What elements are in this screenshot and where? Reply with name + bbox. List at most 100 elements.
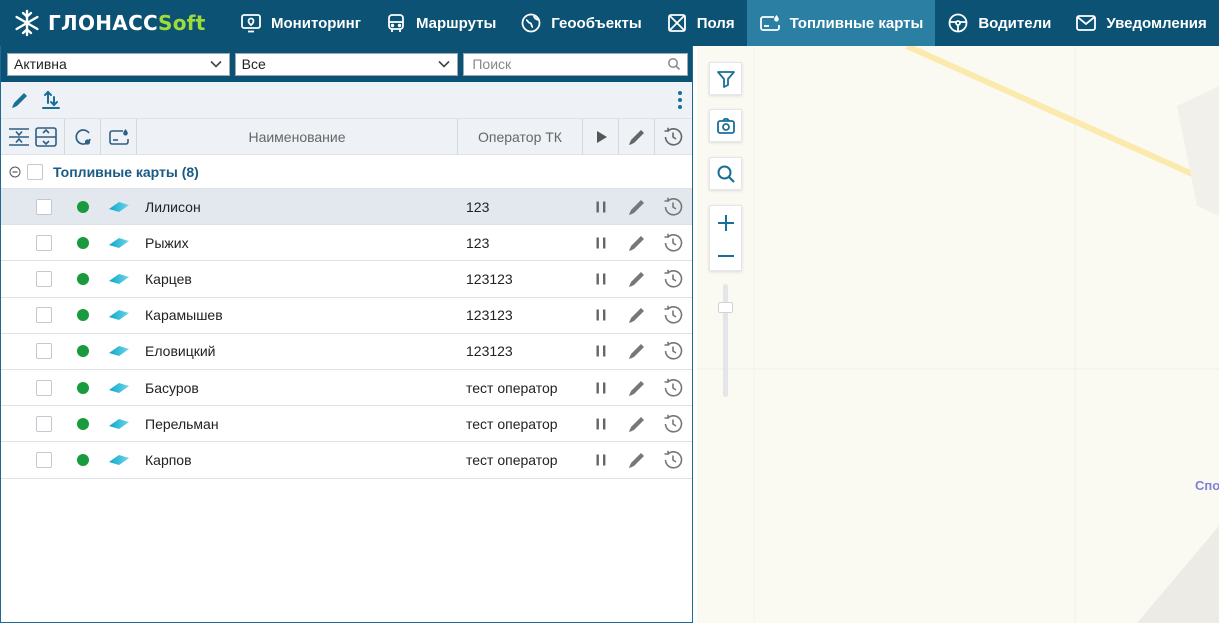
table-row[interactable]: Лилисон 123 (1, 189, 692, 226)
pencil-icon (629, 199, 644, 215)
row-history-button[interactable] (655, 442, 690, 477)
map-filter-button[interactable] (709, 62, 742, 95)
zoom-in-button[interactable] (710, 206, 741, 239)
scope-filter-select[interactable]: Все (234, 52, 459, 76)
tab-geoobjects[interactable]: Геообъекты (508, 0, 653, 46)
plus-icon (717, 214, 734, 231)
tab-routes[interactable]: Маршруты (373, 0, 508, 46)
row-history-button[interactable] (655, 406, 690, 441)
row-pause-button[interactable] (583, 261, 619, 296)
table-row[interactable]: Еловицкий 123123 (1, 334, 692, 370)
row-pause-button[interactable] (583, 406, 619, 441)
row-edit-button[interactable] (619, 298, 655, 333)
row-history-button[interactable] (655, 298, 690, 333)
group-checkbox[interactable] (27, 163, 43, 180)
history-icon (664, 305, 682, 324)
row-pause-button[interactable] (583, 334, 619, 369)
row-checkbox[interactable] (36, 343, 52, 360)
collapse-group-icon[interactable] (9, 166, 21, 178)
row-pause-button[interactable] (583, 370, 619, 405)
row-edit-button[interactable] (619, 225, 655, 260)
pencil-icon (629, 416, 644, 432)
sort-arrows-icon (42, 90, 60, 109)
row-checkbox[interactable] (36, 270, 52, 287)
row-pause-button[interactable] (583, 442, 619, 477)
status-filter-select[interactable]: Активна (7, 52, 230, 76)
pencil-icon (629, 380, 644, 396)
fuel-card-type-icon (109, 310, 129, 321)
header-operator[interactable]: Оператор ТК (458, 119, 583, 154)
header-play[interactable] (583, 119, 619, 154)
kebab-menu-icon (678, 91, 682, 109)
header-status[interactable] (65, 119, 101, 154)
row-status-cell (65, 298, 101, 333)
row-checkbox[interactable] (36, 379, 52, 396)
map-screenshot-button[interactable] (709, 109, 742, 142)
pause-icon (596, 201, 606, 213)
search-placeholder: Поиск (472, 56, 512, 72)
pencil-icon (629, 308, 644, 324)
row-card-type-cell (101, 370, 137, 405)
table-row[interactable]: Перельман тест оператор (1, 406, 692, 443)
header-edit[interactable] (619, 119, 655, 154)
row-checkbox[interactable] (36, 234, 52, 251)
expand-all-icon[interactable] (34, 125, 58, 149)
tab-drivers-label: Водители (978, 14, 1052, 32)
history-icon (664, 378, 682, 397)
row-status-cell (65, 261, 101, 296)
tab-monitoring[interactable]: Мониторинг (228, 0, 373, 46)
row-history-button[interactable] (655, 370, 690, 405)
row-edit-button[interactable] (619, 334, 655, 369)
row-checkbox[interactable] (36, 415, 52, 432)
zoom-slider-track[interactable] (723, 284, 728, 397)
header-history[interactable] (655, 119, 690, 154)
sort-button[interactable] (39, 88, 63, 112)
map-view[interactable]: Спо (697, 46, 1219, 623)
table-row[interactable]: Карцев 123123 (1, 261, 692, 298)
row-pause-button[interactable] (583, 225, 619, 260)
table-row[interactable]: Карпов тест оператор (1, 442, 692, 479)
row-history-button[interactable] (655, 225, 690, 260)
logo[interactable]: ГЛОНАССSoft (0, 0, 228, 46)
header-name[interactable]: Наименование (137, 119, 458, 154)
row-history-button[interactable] (655, 189, 690, 224)
zoom-out-button[interactable] (710, 239, 741, 272)
field-grid-icon (667, 14, 686, 32)
table-row[interactable]: Басуров тест оператор (1, 370, 692, 407)
row-pause-button[interactable] (583, 189, 619, 224)
row-edit-button[interactable] (619, 406, 655, 441)
group-row[interactable]: Топливные карты (8) (1, 155, 692, 189)
row-checkbox[interactable] (36, 307, 52, 324)
row-edit-button[interactable] (619, 370, 655, 405)
top-navigation: ГЛОНАССSoft Мониторинг Маршруты Геообъек… (0, 0, 1219, 46)
tab-fuel-cards[interactable]: Топливные карты (746, 0, 936, 46)
table-row[interactable]: Карамышев 123123 (1, 298, 692, 334)
row-status-cell (65, 406, 101, 441)
tab-drivers[interactable]: Водители (935, 0, 1063, 46)
row-checkbox[interactable] (36, 198, 52, 215)
status-filter-value: Активна (14, 56, 67, 72)
search-input[interactable]: Поиск (463, 52, 689, 76)
row-checkbox[interactable] (36, 451, 52, 468)
table-row[interactable]: Рыжих 123 (1, 225, 692, 262)
more-menu-button[interactable] (675, 88, 685, 112)
row-edit-button[interactable] (619, 189, 655, 224)
row-edit-button[interactable] (619, 442, 655, 477)
filter-bar: Активна Все Поиск (1, 46, 692, 82)
row-history-button[interactable] (655, 261, 690, 296)
row-edit-button[interactable] (619, 261, 655, 296)
steering-wheel-icon (948, 13, 968, 33)
edit-button[interactable] (8, 88, 32, 112)
row-status-cell (65, 334, 101, 369)
history-icon (664, 197, 682, 216)
row-name: Карпов (145, 451, 192, 468)
collapse-all-icon[interactable] (7, 125, 31, 149)
toolbar (1, 82, 692, 119)
tab-notifications[interactable]: Уведомления (1063, 0, 1218, 46)
header-card-type[interactable] (101, 119, 137, 154)
tab-fields[interactable]: Поля (654, 0, 747, 46)
row-pause-button[interactable] (583, 298, 619, 333)
map-search-button[interactable] (709, 157, 742, 190)
row-history-button[interactable] (655, 334, 690, 369)
zoom-slider-handle[interactable] (718, 302, 733, 313)
